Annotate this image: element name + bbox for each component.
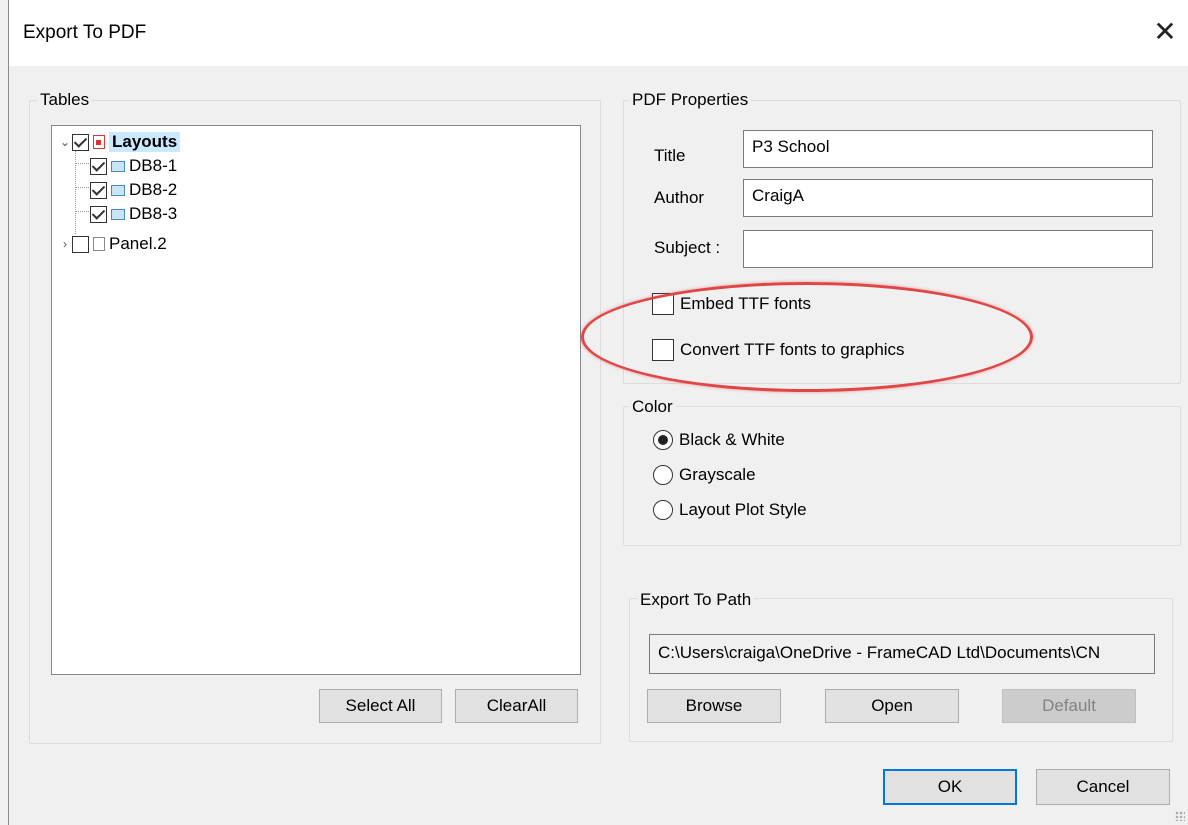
chevron-down-icon[interactable]: ⌄ [58, 135, 72, 149]
export-path-legend: Export To Path [637, 590, 755, 610]
cancel-button[interactable]: Cancel [1036, 769, 1170, 805]
color-option-layout-plot-style[interactable]: Layout Plot Style [653, 500, 807, 520]
export-path-field[interactable]: C:\Users\craiga\OneDrive - FrameCAD Ltd\… [649, 634, 1155, 674]
chevron-right-icon[interactable]: › [58, 237, 72, 251]
author-label: Author [654, 188, 705, 207]
tables-tree[interactable]: ⌄ Layouts DB8-1 DB8-2 DB8-3 › Panel.2 [51, 125, 581, 675]
tables-legend: Tables [37, 90, 93, 110]
tree-item-panel-2[interactable]: › Panel.2 [58, 232, 167, 256]
embed-ttf-checkbox[interactable] [652, 293, 674, 315]
page-icon [93, 237, 105, 251]
subject-input[interactable] [743, 230, 1153, 268]
title-label: Title [654, 146, 686, 165]
layout-plot-style-radio[interactable] [653, 500, 673, 520]
author-input[interactable]: CraigA [743, 179, 1153, 217]
tree-item-label: DB8-1 [129, 156, 178, 175]
tree-item-label: Layouts [109, 132, 181, 152]
color-legend: Color [629, 397, 676, 417]
layouts-checkbox[interactable] [72, 133, 89, 151]
tree-connector [75, 187, 89, 188]
tree-item-db8-1[interactable]: DB8-1 [90, 154, 177, 178]
tree-item-db8-3[interactable]: DB8-3 [90, 202, 177, 226]
radio-label: Grayscale [679, 465, 756, 484]
radio-label: Black & White [679, 430, 785, 449]
layout-red-icon [93, 135, 105, 149]
select-all-button[interactable]: Select All [319, 689, 442, 723]
tree-item-label: DB8-3 [129, 204, 178, 223]
grayscale-radio[interactable] [653, 465, 673, 485]
color-option-black-white[interactable]: Black & White [653, 430, 785, 450]
export-to-pdf-dialog: Export To PDF ✕ Tables ⌄ Layouts DB8-1 D… [8, 0, 1188, 825]
sheet-icon [111, 208, 125, 220]
convert-ttf-checkbox[interactable] [652, 339, 674, 361]
tree-item-db8-2[interactable]: DB8-2 [90, 178, 177, 202]
close-icon[interactable]: ✕ [1145, 12, 1185, 52]
radio-label: Layout Plot Style [679, 500, 807, 519]
convert-ttf-label: Convert TTF fonts to graphics [680, 340, 905, 359]
default-button: Default [1002, 689, 1136, 723]
color-option-grayscale[interactable]: Grayscale [653, 465, 756, 485]
title-bar: Export To PDF ✕ [9, 0, 1188, 66]
tree-item-layouts[interactable]: ⌄ Layouts [58, 130, 181, 154]
dialog-title: Export To PDF [23, 22, 147, 43]
sheet-icon [111, 184, 125, 196]
clear-all-button[interactable]: ClearAll [455, 689, 578, 723]
black-white-radio[interactable] [653, 430, 673, 450]
tree-item-label: DB8-2 [129, 180, 178, 199]
db8-3-checkbox[interactable] [90, 205, 107, 223]
resize-grip-icon[interactable] [1175, 811, 1185, 821]
subject-label: Subject : [654, 238, 721, 257]
db8-2-checkbox[interactable] [90, 181, 107, 199]
pdf-properties-legend: PDF Properties [629, 90, 752, 110]
browse-button[interactable]: Browse [647, 689, 781, 723]
ok-button[interactable]: OK [883, 769, 1017, 805]
panel-2-checkbox[interactable] [72, 235, 89, 253]
title-input[interactable]: P3 School [743, 130, 1153, 168]
sheet-icon [111, 160, 125, 172]
tree-item-label: Panel.2 [109, 234, 167, 253]
db8-1-checkbox[interactable] [90, 157, 107, 175]
tree-connector [75, 211, 89, 212]
open-button[interactable]: Open [825, 689, 959, 723]
embed-ttf-label: Embed TTF fonts [680, 294, 812, 313]
convert-ttf-option[interactable]: Convert TTF fonts to graphics [652, 339, 905, 361]
tree-connector [75, 163, 89, 164]
embed-ttf-option[interactable]: Embed TTF fonts [652, 293, 811, 315]
